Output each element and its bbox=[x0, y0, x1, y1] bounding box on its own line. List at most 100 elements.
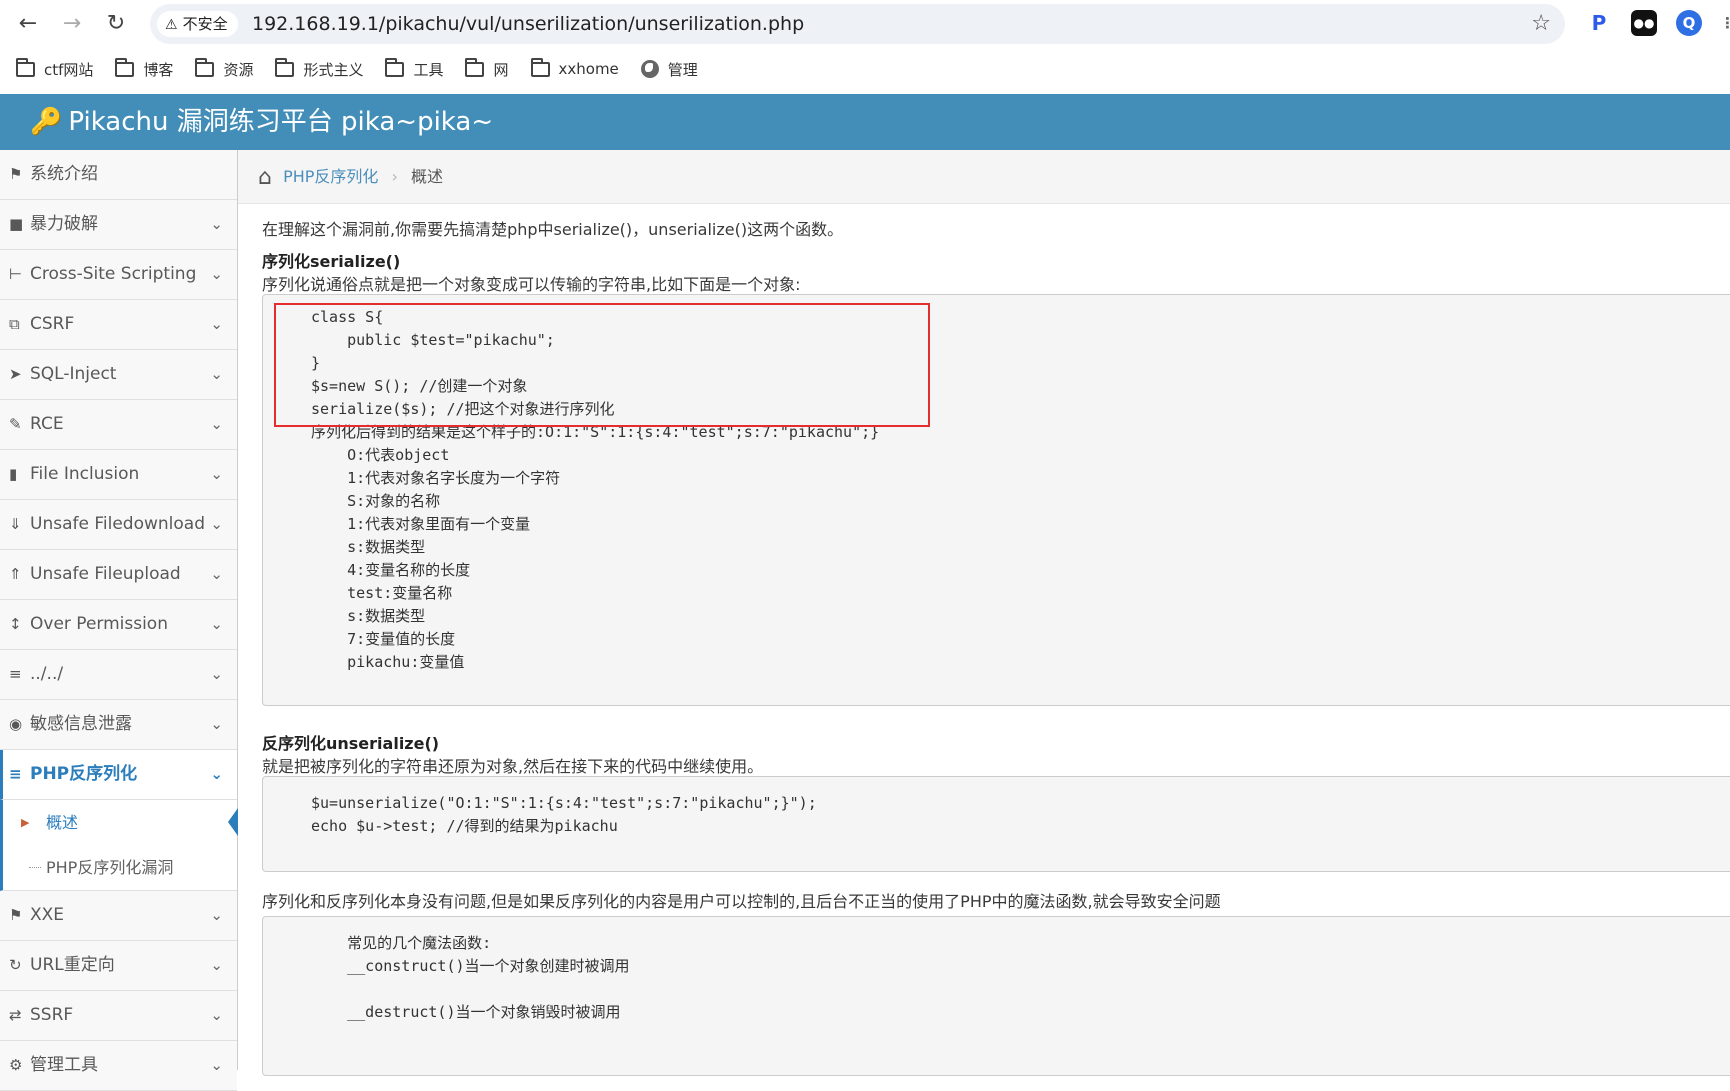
serialize-description: 序列化说通俗点就是把一个对象变成可以传输的字符串,比如下面是一个对象: bbox=[262, 275, 801, 294]
sidebar-item-info-leak[interactable]: ◉ 敏感信息泄露 ⌄ bbox=[0, 700, 237, 750]
bookmarks-bar: ctf网站 博客 资源 形式主义 工具 网 xxhome 管理 bbox=[0, 52, 704, 86]
sidebar-item-filedownload[interactable]: ⇓ Unsafe Filedownload ⌄ bbox=[0, 500, 237, 550]
chevron-down-icon: ⌄ bbox=[210, 765, 223, 783]
bookmark-xxhome[interactable]: xxhome bbox=[530, 52, 619, 86]
camera-icon: ◉ bbox=[9, 715, 23, 733]
pencil-icon: ✎ bbox=[9, 415, 22, 433]
breadcrumb-separator-icon: › bbox=[391, 167, 398, 186]
extension-search-icon[interactable]: Q bbox=[1676, 10, 1702, 36]
tree-line bbox=[29, 867, 41, 868]
bookmark-net[interactable]: 网 bbox=[465, 52, 509, 86]
problem-text: 序列化和反序列化本身没有问题,但是如果反序列化的内容是用户可以控制的,且后台不正… bbox=[262, 892, 1221, 911]
chevron-down-icon: ⌄ bbox=[210, 615, 223, 633]
back-arrow-icon[interactable]: ← bbox=[12, 8, 44, 40]
unserialize-description: 就是把被序列化的字符串还原为对象,然后在接下来的代码中继续使用。 bbox=[262, 757, 764, 776]
sidebar-item-ssrf[interactable]: ⇄ SSRF ⌄ bbox=[0, 991, 237, 1041]
flag-icon: ⚑ bbox=[9, 906, 23, 924]
share-icon: ⧉ bbox=[9, 315, 20, 333]
bookmark-admin[interactable]: 管理 bbox=[640, 52, 698, 86]
address-bar[interactable]: ⚠ 不安全 192.168.19.1/pikachu/vul/unseriliza… bbox=[150, 4, 1565, 44]
app-header: 🔑 Pikachu 漏洞练习平台 pika~pika~ bbox=[0, 94, 1730, 150]
folder-icon bbox=[16, 57, 35, 77]
chevron-down-icon: ⌄ bbox=[210, 665, 223, 683]
sidebar-item-xss[interactable]: ⊢ Cross-Site Scripting ⌄ bbox=[0, 250, 237, 300]
warning-icon: ⚠ bbox=[165, 17, 178, 33]
exchange-icon: ⇄ bbox=[9, 1006, 22, 1024]
app-title[interactable]: 🔑 Pikachu 漏洞练习平台 pika~pika~ bbox=[30, 94, 493, 150]
folder-icon bbox=[275, 57, 295, 77]
sidebar-item-intro[interactable]: ⚑ 系统介绍 bbox=[0, 150, 237, 200]
browser-chrome: ← → ↻ ⚠ 不安全 192.168.19.1/pikachu/vul/unse… bbox=[0, 0, 1730, 94]
chevron-down-icon: ⌄ bbox=[210, 1006, 223, 1024]
sidebar-item-fileupload[interactable]: ⇑ Unsafe Fileupload ⌄ bbox=[0, 550, 237, 600]
chevron-down-icon: ⌄ bbox=[210, 906, 223, 924]
caret-right-icon: ▶ bbox=[21, 816, 30, 829]
plane-icon: ➤ bbox=[9, 365, 22, 383]
align-left-icon: ≡ bbox=[9, 665, 22, 683]
chevron-down-icon: ⌄ bbox=[210, 565, 223, 583]
sidebar-item-over-permission[interactable]: ↕ Over Permission ⌄ bbox=[0, 600, 237, 650]
bookmark-formalism[interactable]: 形式主义 bbox=[275, 52, 363, 86]
sidebar-item-rce[interactable]: ✎ RCE ⌄ bbox=[0, 400, 237, 450]
chevron-down-icon: ⌄ bbox=[210, 956, 223, 974]
unserialize-heading: 反序列化unserialize() bbox=[262, 734, 440, 753]
sidebar-item-file-inclusion[interactable]: ▮ File Inclusion ⌄ bbox=[0, 450, 237, 500]
chevron-down-icon: ⌄ bbox=[210, 365, 223, 383]
main-content: ⌂ PHP反序列化 › 概述 在理解这个漏洞前,你需要先搞清楚php中seria… bbox=[238, 150, 1730, 1076]
bookmark-star-icon[interactable]: ☆ bbox=[1531, 4, 1551, 44]
submenu-php-unserialize: ▶ 概述 PHP反序列化漏洞 bbox=[0, 800, 238, 891]
extension-p-icon[interactable]: P bbox=[1586, 10, 1612, 36]
key-icon: 🔑 bbox=[30, 107, 63, 137]
sidebar-item-url-redirect[interactable]: ↻ URL重定向 ⌄ bbox=[0, 941, 237, 991]
folder-icon bbox=[385, 57, 405, 77]
bookmark-blog[interactable]: 博客 bbox=[115, 52, 173, 86]
sidebar-item-csrf[interactable]: ⧉ CSRF ⌄ bbox=[0, 300, 237, 350]
align-left-icon: ≡ bbox=[9, 765, 22, 783]
text-height-icon: ↕ bbox=[9, 615, 22, 633]
refresh-icon: ↻ bbox=[9, 956, 22, 974]
folder-icon bbox=[465, 57, 485, 77]
chevron-down-icon: ⌄ bbox=[210, 465, 223, 483]
bookmark-ctf[interactable]: ctf网站 bbox=[16, 52, 93, 86]
bookmark-tools[interactable]: 工具 bbox=[385, 52, 443, 86]
active-indicator bbox=[228, 808, 238, 836]
intro-text: 在理解这个漏洞前,你需要先搞清楚php中serialize()，unserial… bbox=[262, 220, 844, 239]
folder-icon bbox=[195, 57, 215, 77]
security-chip[interactable]: ⚠ 不安全 bbox=[157, 11, 238, 37]
file-icon: ▮ bbox=[9, 465, 18, 483]
sidebar: ⚑ 系统介绍 ■ 暴力破解 ⌄ ⊢ Cross-Site Scripting ⌄ ⧉ CSR… bbox=[0, 150, 238, 1091]
breadcrumb-parent-link[interactable]: PHP反序列化 bbox=[283, 167, 378, 186]
lock-icon: ■ bbox=[9, 215, 24, 233]
sidebar-item-php-unserialize[interactable]: ≡ PHP反序列化 ⌄ bbox=[0, 750, 237, 800]
breadcrumb: ⌂ PHP反序列化 › 概述 bbox=[238, 150, 1730, 204]
submenu-item-vuln[interactable]: PHP反序列化漏洞 bbox=[3, 845, 237, 890]
sidebar-item-admin-tools[interactable]: ⚙ 管理工具 ⌄ bbox=[0, 1041, 237, 1091]
download-icon: ⇓ bbox=[9, 515, 22, 533]
submenu-item-overview[interactable]: ▶ 概述 bbox=[3, 800, 238, 845]
highlight-box bbox=[274, 303, 930, 427]
sidebar-item-sqli[interactable]: ➤ SQL-Inject ⌄ bbox=[0, 350, 237, 400]
chevron-down-icon: ⌄ bbox=[210, 715, 223, 733]
chevron-down-icon: ⌄ bbox=[210, 515, 223, 533]
forward-arrow-icon[interactable]: → bbox=[56, 8, 88, 40]
globe-icon bbox=[640, 60, 659, 78]
unserialize-code-block: $u=unserialize("O:1:"S":1:{s:4:"test";s:… bbox=[262, 776, 1730, 872]
reload-icon[interactable]: ↻ bbox=[100, 8, 132, 40]
serialize-heading: 序列化serialize() bbox=[262, 252, 401, 271]
sidebar-item-xxe[interactable]: ⚑ XXE ⌄ bbox=[0, 891, 237, 941]
home-icon[interactable]: ⌂ bbox=[258, 165, 272, 190]
folder-icon bbox=[530, 57, 550, 77]
sidebar-item-dir-traversal[interactable]: ≡ ../../⌄ bbox=[0, 650, 237, 700]
chevron-down-icon: ⌄ bbox=[210, 415, 223, 433]
tags-icon: ⚑ bbox=[9, 165, 23, 183]
extension-ghost-icon[interactable]: ●● bbox=[1631, 10, 1657, 36]
upload-icon: ⇑ bbox=[9, 565, 22, 583]
sidebar-item-bruteforce[interactable]: ■ 暴力破解 ⌄ bbox=[0, 200, 237, 250]
bookmark-resources[interactable]: 资源 bbox=[195, 52, 253, 86]
url-text[interactable]: 192.168.19.1/pikachu/vul/unserilization/… bbox=[252, 4, 804, 44]
extensions-overflow-icon[interactable]: ⋮ bbox=[1720, 10, 1730, 36]
chevron-down-icon: ⌄ bbox=[210, 1056, 223, 1074]
chevron-down-icon: ⌄ bbox=[210, 265, 223, 283]
magic-functions-code-block: 常见的几个魔法函数: __construct()当一个对象创建时被调用 __de… bbox=[262, 916, 1730, 1076]
chevron-down-icon: ⌄ bbox=[210, 215, 223, 233]
